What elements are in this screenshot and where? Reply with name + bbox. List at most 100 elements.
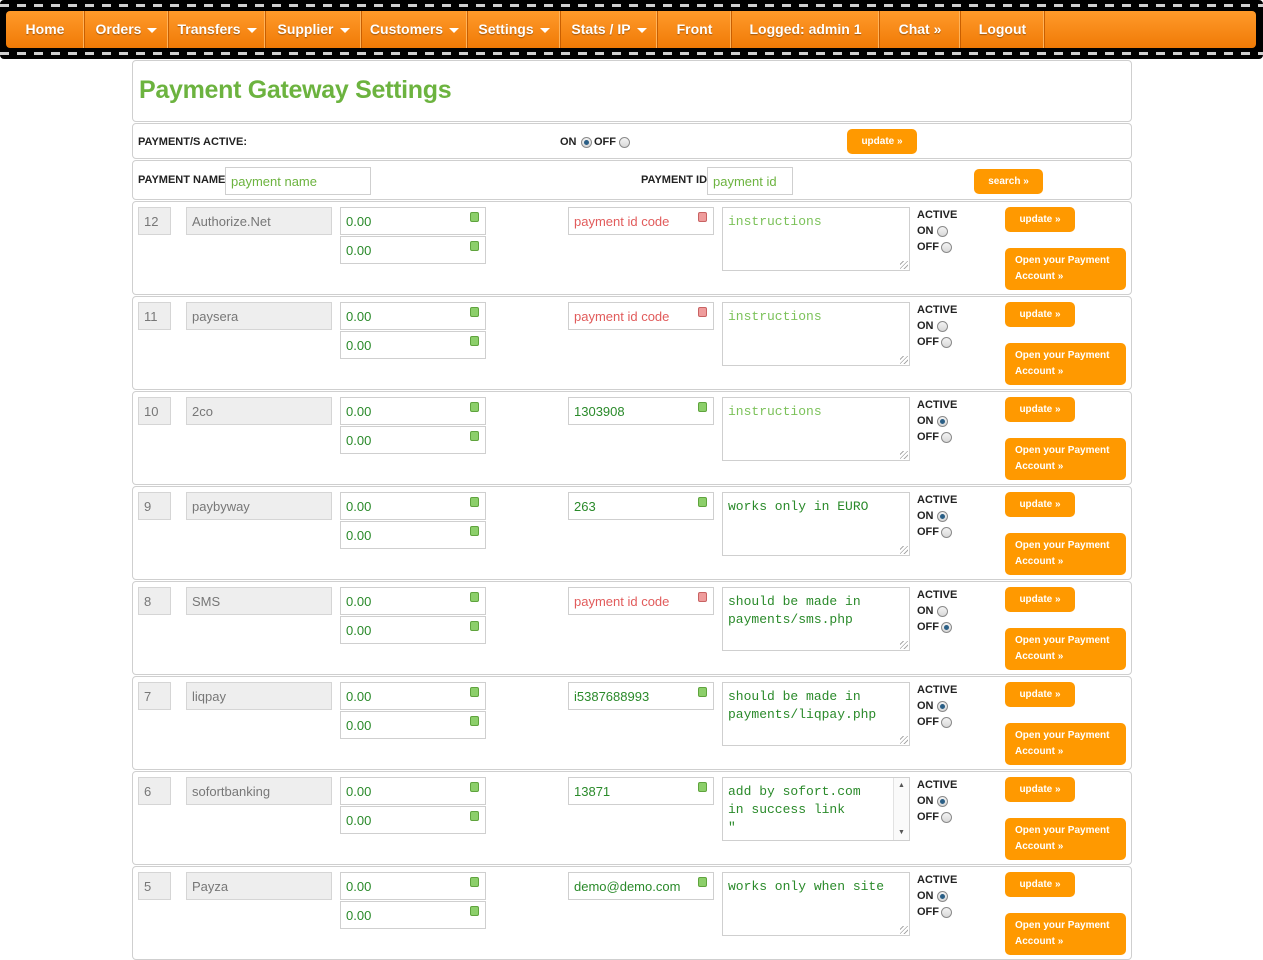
instructions-textarea[interactable]: instructions — [722, 302, 910, 366]
global-on-radio[interactable] — [581, 137, 592, 148]
active-on-radio[interactable] — [937, 606, 948, 617]
active-off-radio[interactable] — [941, 242, 952, 253]
payment-name-input[interactable]: payment name — [225, 167, 371, 195]
nav-item-orders[interactable]: Orders — [85, 11, 169, 48]
nav-item-logged-admin-1[interactable]: Logged: admin 1 — [732, 11, 880, 48]
instructions-textarea[interactable]: instructions — [722, 397, 910, 461]
active-on-radio[interactable] — [937, 226, 948, 237]
resize-handle-icon[interactable] — [900, 546, 908, 554]
nav-item-label: Transfers — [177, 21, 241, 37]
active-off-radio[interactable] — [941, 337, 952, 348]
active-label: ACTIVE — [917, 684, 958, 696]
payment-code-input[interactable]: payment id code — [568, 302, 714, 330]
active-off-radio[interactable] — [941, 432, 952, 443]
fee-input-1[interactable]: 0.00 — [340, 777, 486, 805]
active-off-radio[interactable] — [941, 907, 952, 918]
fee-input-2[interactable]: 0.00 — [340, 426, 486, 454]
payment-code-input[interactable]: payment id code — [568, 207, 714, 235]
open-payment-account-button[interactable]: Open your Payment Account » — [1005, 438, 1126, 480]
instructions-textarea[interactable]: add by sofort.com in success link " — [722, 777, 910, 841]
instructions-textarea[interactable]: should be made in payments/liqpay.php — [722, 682, 910, 746]
row-update-button[interactable]: update » — [1005, 302, 1075, 327]
resize-handle-icon[interactable] — [900, 261, 908, 269]
row-update-button[interactable]: update » — [1005, 492, 1075, 517]
row-update-button[interactable]: update » — [1005, 777, 1075, 802]
scroll-down-icon[interactable]: ▼ — [898, 829, 905, 836]
open-payment-account-button[interactable]: Open your Payment Account » — [1005, 248, 1126, 290]
payment-id-input[interactable]: payment id — [707, 167, 793, 195]
open-payment-account-button[interactable]: Open your Payment Account » — [1005, 818, 1126, 860]
nav-item-chat[interactable]: Chat » — [880, 11, 961, 48]
instructions-textarea[interactable]: should be made in payments/sms.php — [722, 587, 910, 651]
row-update-button[interactable]: update » — [1005, 207, 1075, 232]
active-on-radio[interactable] — [937, 321, 948, 332]
fee-input-2[interactable]: 0.00 — [340, 806, 486, 834]
resize-handle-icon[interactable] — [900, 356, 908, 364]
nav-item-front[interactable]: Front — [658, 11, 732, 48]
fee-input-2[interactable]: 0.00 — [340, 521, 486, 549]
payments-active-panel: PAYMENT/S ACTIVE: ON OFF update » — [132, 123, 1132, 159]
nav-item-stats-ip[interactable]: Stats / IP — [561, 11, 658, 48]
payment-code-input[interactable]: i5387688993 — [568, 682, 714, 710]
search-button[interactable]: search » — [974, 169, 1043, 194]
open-payment-account-button[interactable]: Open your Payment Account » — [1005, 628, 1126, 670]
instructions-textarea[interactable]: instructions — [722, 207, 910, 271]
thumbs-up-icon — [698, 687, 707, 697]
fee-input-1[interactable]: 0.00 — [340, 492, 486, 520]
payment-code-input[interactable]: payment id code — [568, 587, 714, 615]
nav-item-customers[interactable]: Customers — [362, 11, 468, 48]
fee-input-2[interactable]: 0.00 — [340, 236, 486, 264]
fee-input-2[interactable]: 0.00 — [340, 901, 486, 929]
payment-row: 7 liqpay 0.00 0.00 i5387688993 should be made… — [132, 676, 1132, 770]
open-account-line-2: Account » — [1015, 936, 1064, 947]
global-off-label: OFF — [594, 136, 616, 148]
nav-item-home[interactable]: Home — [6, 11, 85, 48]
payment-code-input[interactable]: 1303908 — [568, 397, 714, 425]
open-payment-account-button[interactable]: Open your Payment Account » — [1005, 533, 1126, 575]
global-off-radio[interactable] — [619, 137, 630, 148]
active-label: ACTIVE — [917, 304, 958, 316]
fee-input-1[interactable]: 0.00 — [340, 587, 486, 615]
nav-item-settings[interactable]: Settings — [468, 11, 561, 48]
nav-item-logout[interactable]: Logout — [961, 11, 1045, 48]
open-payment-account-button[interactable]: Open your Payment Account » — [1005, 723, 1126, 765]
active-on-radio[interactable] — [937, 796, 948, 807]
active-on-radio[interactable] — [937, 891, 948, 902]
fee-input-1[interactable]: 0.00 — [340, 397, 486, 425]
active-on-radio[interactable] — [937, 701, 948, 712]
resize-handle-icon[interactable] — [900, 736, 908, 744]
open-payment-account-button[interactable]: Open your Payment Account » — [1005, 913, 1126, 955]
active-on-radio[interactable] — [937, 416, 948, 427]
row-update-button[interactable]: update » — [1005, 587, 1075, 612]
active-off-radio[interactable] — [941, 812, 952, 823]
row-update-button[interactable]: update » — [1005, 397, 1075, 422]
active-on-radio[interactable] — [937, 511, 948, 522]
open-payment-account-button[interactable]: Open your Payment Account » — [1005, 343, 1126, 385]
active-off-radio[interactable] — [941, 717, 952, 728]
row-update-button[interactable]: update » — [1005, 872, 1075, 897]
fee-input-2[interactable]: 0.00 — [340, 616, 486, 644]
resize-handle-icon[interactable] — [900, 451, 908, 459]
on-label: ON — [917, 415, 934, 427]
payment-code-input[interactable]: 263 — [568, 492, 714, 520]
row-update-button[interactable]: update » — [1005, 682, 1075, 707]
nav-item-supplier[interactable]: Supplier — [266, 11, 362, 48]
active-off-radio[interactable] — [941, 527, 952, 538]
textarea-scrollbar[interactable]: ▲ ▼ — [893, 778, 909, 840]
scroll-up-icon[interactable]: ▲ — [898, 782, 905, 789]
payment-code-input[interactable]: 13871 — [568, 777, 714, 805]
fee-input-2[interactable]: 0.00 — [340, 711, 486, 739]
resize-handle-icon[interactable] — [900, 641, 908, 649]
fee-input-1[interactable]: 0.00 — [340, 682, 486, 710]
fee-input-1[interactable]: 0.00 — [340, 207, 486, 235]
resize-handle-icon[interactable] — [900, 926, 908, 934]
global-update-button[interactable]: update » — [847, 129, 917, 154]
fee-input-1[interactable]: 0.00 — [340, 302, 486, 330]
fee-input-2[interactable]: 0.00 — [340, 331, 486, 359]
active-off-radio[interactable] — [941, 622, 952, 633]
fee-input-1[interactable]: 0.00 — [340, 872, 486, 900]
nav-item-transfers[interactable]: Transfers — [169, 11, 266, 48]
payment-code-input[interactable]: demo@demo.com — [568, 872, 714, 900]
instructions-textarea[interactable]: works only in EURO — [722, 492, 910, 556]
instructions-textarea[interactable]: works only when site — [722, 872, 910, 936]
